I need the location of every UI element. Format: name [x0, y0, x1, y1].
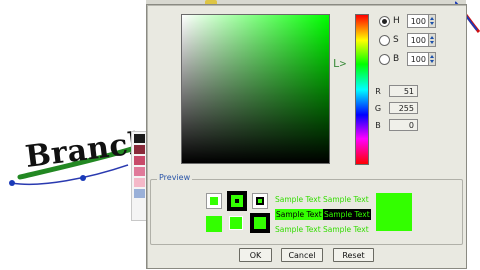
red-label: R — [375, 86, 381, 96]
preview-swatch-large-2 — [229, 216, 243, 230]
green-row: G 255 — [373, 101, 418, 115]
brightness-spinner-field[interactable]: 100 — [407, 52, 429, 66]
color-picker-dialog: L> H 100 S 100 B 100 R 51 G 255 B 0 Prev… — [146, 4, 467, 269]
ok-button[interactable]: OK — [239, 248, 272, 262]
hue-spinner-field[interactable]: 100 — [407, 14, 429, 28]
color-swatch-4[interactable] — [134, 167, 145, 176]
preview-swatch-small-1 — [206, 193, 222, 209]
hue-spinner-arrows-icon[interactable] — [429, 14, 436, 28]
saturation-spinner-arrows-icon[interactable] — [429, 33, 436, 47]
saturation-brightness-field[interactable] — [181, 14, 330, 164]
blue-label: B — [375, 120, 381, 130]
connector-handle-left[interactable] — [9, 180, 15, 186]
sample-text-1: Sample Text — [275, 195, 321, 204]
cancel-button[interactable]: Cancel — [281, 248, 323, 262]
sample-text-3: Sample Text — [275, 209, 323, 220]
blue-row: B 0 — [373, 118, 418, 132]
hue-row: H 100 — [379, 13, 436, 29]
red-field[interactable]: 51 — [389, 85, 418, 97]
brightness-label: B — [393, 54, 400, 64]
color-swatch-5[interactable] — [134, 178, 145, 187]
preview-group: Preview Sample Text Sample Text Sample T… — [150, 173, 463, 245]
hue-radio[interactable] — [379, 15, 390, 27]
color-swatch-3[interactable] — [134, 156, 145, 165]
preview-swatch-large-3 — [250, 213, 270, 233]
preview-swatch-small-3 — [252, 193, 268, 209]
brightness-radio[interactable] — [379, 53, 390, 65]
preview-color-swatch — [376, 193, 412, 231]
reset-button[interactable]: Reset — [333, 248, 374, 262]
color-swatch-6[interactable] — [134, 189, 145, 198]
brightness-spinner-arrows-icon[interactable] — [429, 52, 436, 66]
green-label: G — [374, 103, 382, 113]
green-field[interactable]: 255 — [389, 102, 418, 114]
brightness-row: B 100 — [379, 51, 436, 67]
hue-slider[interactable] — [355, 14, 369, 165]
saturation-label: S — [393, 35, 399, 45]
red-row: R 51 — [373, 84, 418, 98]
hue-pointer-icon: L> — [333, 57, 347, 70]
connector-handle-middle[interactable] — [80, 175, 86, 181]
sample-text-4: Sample Text — [323, 209, 371, 220]
color-swatch-1[interactable] — [134, 134, 145, 143]
blue-field[interactable]: 0 — [389, 119, 418, 131]
preview-swatch-large-1 — [206, 216, 222, 232]
sample-text-2: Sample Text — [323, 195, 369, 204]
saturation-spinner-field[interactable]: 100 — [407, 33, 429, 47]
hue-label: H — [393, 16, 400, 26]
sample-text-5: Sample Text — [275, 225, 321, 234]
preview-title: Preview — [157, 173, 193, 182]
sample-text-6: Sample Text — [323, 225, 369, 234]
saturation-row: S 100 — [379, 32, 436, 48]
preview-swatch-small-2 — [227, 191, 247, 211]
saturation-radio[interactable] — [379, 34, 390, 46]
color-swatch-2[interactable] — [134, 145, 145, 154]
